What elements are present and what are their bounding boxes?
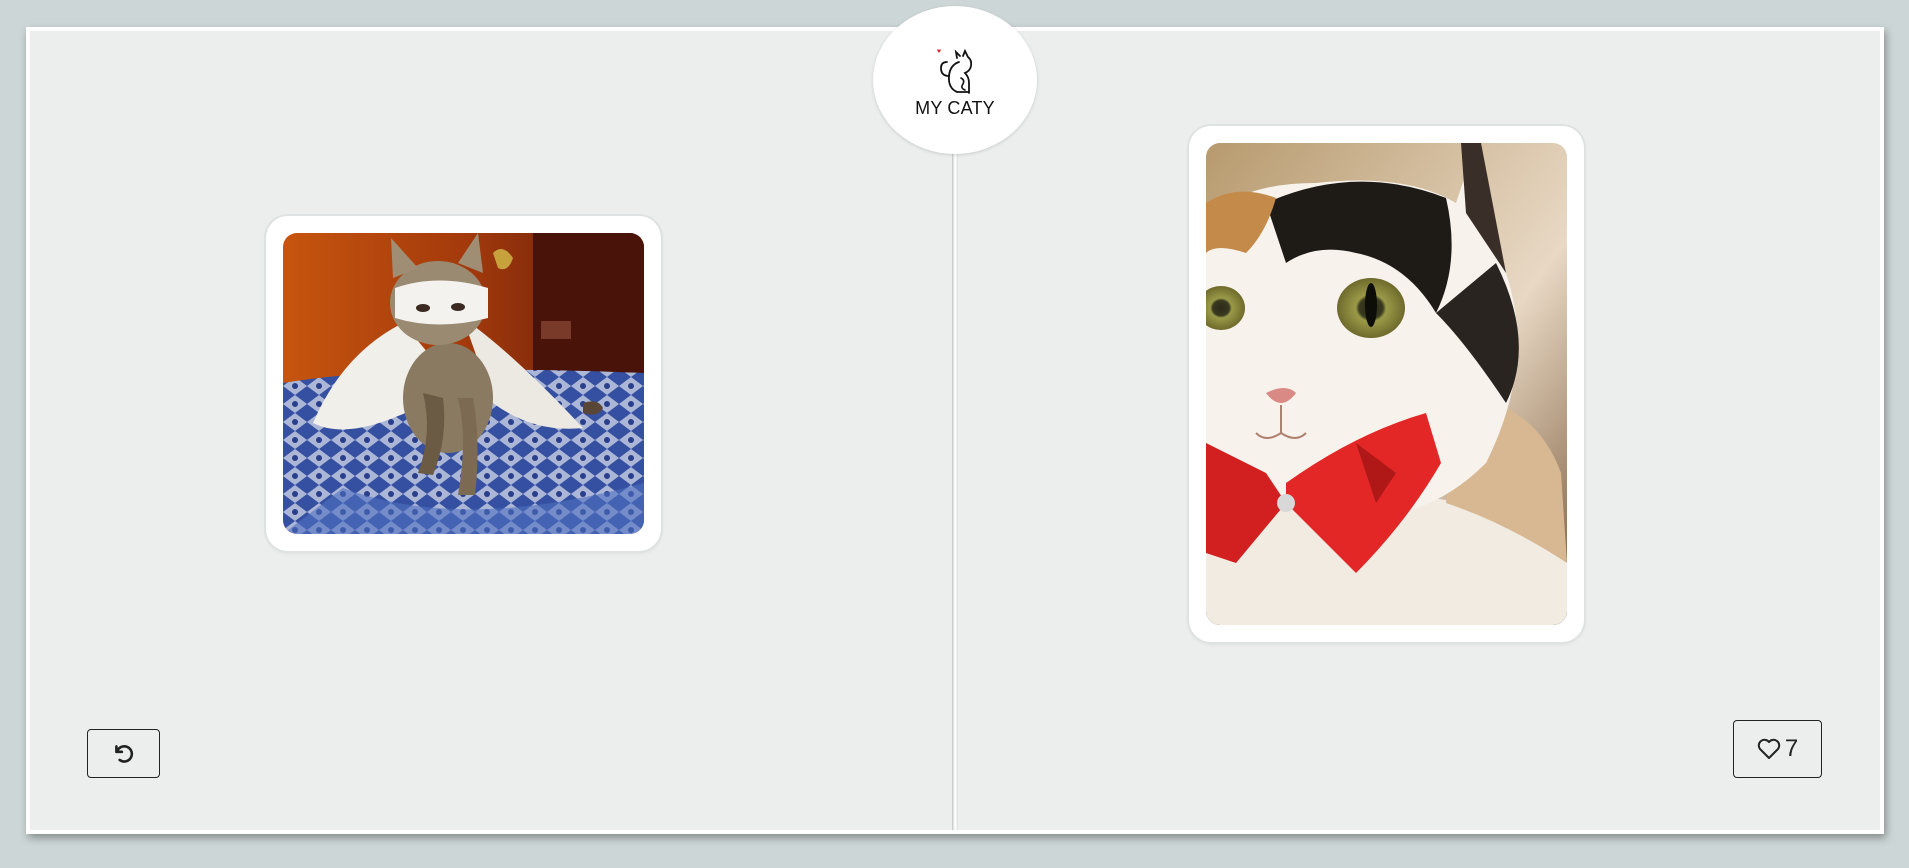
like-count: 7 bbox=[1784, 735, 1799, 762]
cat-photo-right[interactable] bbox=[1206, 143, 1567, 625]
undo-button[interactable] bbox=[87, 729, 160, 778]
cat-card-right[interactable] bbox=[1189, 126, 1584, 642]
app-logo: MY CATY bbox=[873, 6, 1037, 154]
cat-in-mask-and-cape-photo bbox=[283, 233, 644, 534]
heart-icon bbox=[1757, 738, 1781, 759]
cat-logo-icon bbox=[937, 48, 973, 94]
calico-cat-with-red-bow-photo bbox=[1206, 143, 1567, 625]
cat-card-left[interactable] bbox=[266, 216, 661, 551]
logo-text: MY CATY bbox=[915, 97, 995, 118]
like-button[interactable]: 7 bbox=[1733, 720, 1822, 778]
cat-photo-left[interactable] bbox=[283, 233, 644, 534]
undo-icon bbox=[114, 744, 133, 763]
